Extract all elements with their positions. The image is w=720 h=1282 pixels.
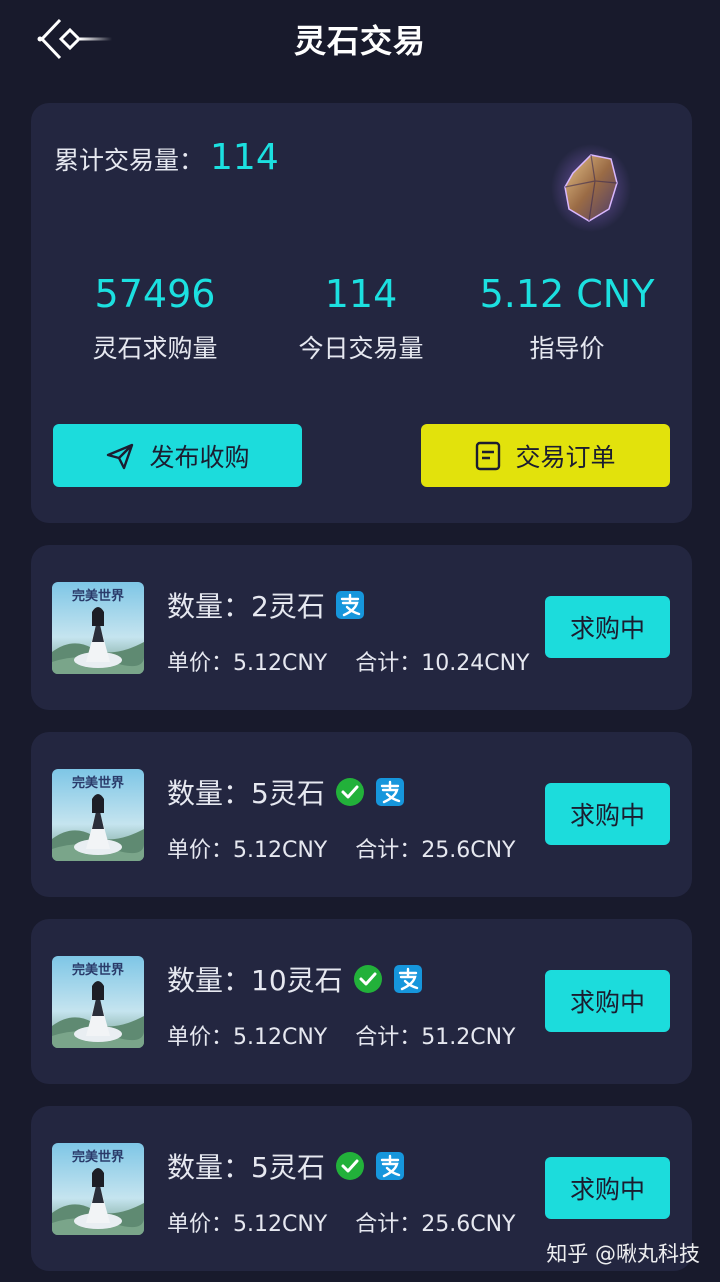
game-thumbnail: 完美世界 [52,769,144,861]
page-title: 灵石交易 [293,22,426,60]
stat-label: 今日交易量 [298,334,424,363]
quantity-row: 数量：5灵石 [167,772,405,812]
quantity-row: 数量：2灵石 [167,585,365,625]
svg-text:完美世界: 完美世界 [72,1149,124,1165]
svg-text:完美世界: 完美世界 [72,775,124,791]
stat-value: 57496 [94,272,216,316]
total-price: 合计：10.24CNY [355,651,530,676]
alipay-icon [375,1152,404,1180]
quantity-text: 数量：5灵石 [167,1151,325,1184]
trade-orders-label: 交易订单 [515,442,616,472]
game-thumbnail: 完美世界 [52,956,144,1048]
status-button[interactable]: 求购中 [545,596,670,658]
quantity-text: 数量：5灵石 [167,777,325,810]
order-card[interactable]: 完美世界 数量：5灵石 单价：5.12CNY 合计：25.6CNY 求购中 [31,732,692,897]
header-bar: 灵石交易 [0,0,720,80]
stat-guide-price: 5.12 CNY 指导价 [457,271,677,365]
summary-card: 累计交易量： 114 57496 灵石求购量 114 今日交易量 5.12 CN… [31,103,692,523]
quantity-row: 数量：5灵石 [167,1146,405,1186]
game-thumbnail: 完美世界 [52,582,144,674]
watermark: 知乎 @啾丸科技 [546,1242,700,1266]
total-volume-value: 114 [210,137,279,178]
send-icon [107,443,134,469]
game-thumbnail: 完美世界 [52,1143,144,1235]
unit-price: 单价：5.12CNY [167,1212,328,1237]
stat-label: 灵石求购量 [92,334,218,363]
price-row: 单价：5.12CNY 合计：51.2CNY [167,1019,516,1051]
stat-value: 5.12 CNY [479,272,655,316]
wechat-icon [353,965,382,993]
status-button[interactable]: 求购中 [545,783,670,845]
document-icon [476,441,501,470]
total-price: 合计：25.6CNY [355,838,516,863]
trade-orders-button[interactable]: 交易订单 [421,424,670,487]
alipay-icon [393,965,422,993]
unit-price: 单价：5.12CNY [167,651,328,676]
svg-text:完美世界: 完美世界 [72,588,124,604]
svg-text:完美世界: 完美世界 [72,962,124,978]
stat-value: 114 [324,272,398,316]
order-card[interactable]: 完美世界 数量：10灵石 单价：5.12CNY 合计：51.2CNY 求购中 [31,919,692,1084]
price-row: 单价：5.12CNY 合计：25.6CNY [167,832,516,864]
unit-price: 单价：5.12CNY [167,1025,328,1050]
order-card[interactable]: 完美世界 数量：2灵石 单价：5.12CNY 合计：10.24CNY 求购中 [31,545,692,710]
price-row: 单价：5.12CNY 合计：10.24CNY [167,645,530,677]
status-button[interactable]: 求购中 [545,970,670,1032]
wechat-icon [335,778,364,806]
stat-label: 指导价 [529,334,605,363]
spirit-stone-icon [551,144,631,232]
quantity-text: 数量：10灵石 [167,964,343,997]
publish-purchase-button[interactable]: 发布收购 [53,424,302,487]
alipay-icon [335,591,364,619]
total-price: 合计：25.6CNY [355,1212,516,1237]
wechat-icon [335,1152,364,1180]
price-row: 单价：5.12CNY 合计：25.6CNY [167,1206,516,1238]
unit-price: 单价：5.12CNY [167,838,328,863]
alipay-icon [375,778,404,806]
stat-purchase-volume: 57496 灵石求购量 [45,271,265,365]
status-button[interactable]: 求购中 [545,1157,670,1219]
total-volume: 累计交易量： 114 [54,137,279,178]
quantity-text: 数量：2灵石 [167,590,325,623]
total-volume-label: 累计交易量： [54,146,205,175]
quantity-row: 数量：10灵石 [167,959,423,999]
total-price: 合计：51.2CNY [355,1025,516,1050]
publish-purchase-label: 发布收购 [149,442,250,472]
stat-today-volume: 114 今日交易量 [251,271,471,365]
